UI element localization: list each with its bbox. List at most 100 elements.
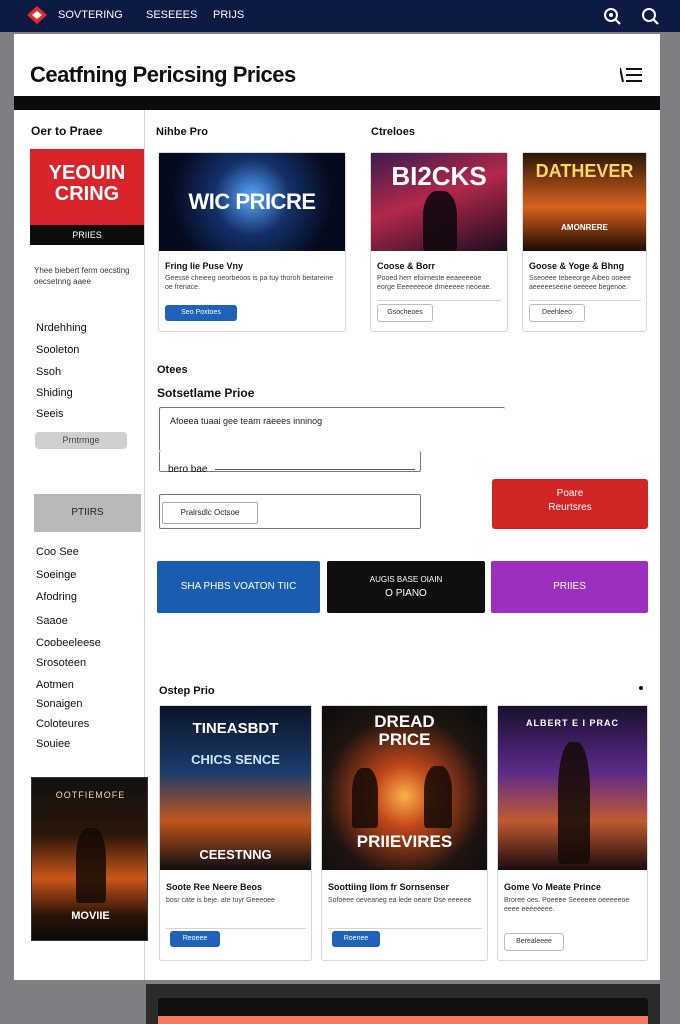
sidebar-description: Yhee biebert ferm oecsting oecsetnng aae… bbox=[34, 266, 130, 286]
card-image: TINEASBDT CHICS SENCE CEESTNNG bbox=[160, 706, 311, 870]
card-title: Gome Vo Meate Prince bbox=[504, 882, 601, 892]
card-description: Broree oes. Poeeee Seeeeee oeeeeeoe eeee… bbox=[504, 897, 630, 913]
sidebar-link[interactable]: Soeinge bbox=[36, 569, 76, 581]
sidebar-link[interactable]: Afodring bbox=[36, 591, 77, 603]
submit-button-line1: Poare bbox=[556, 488, 584, 499]
cta-button[interactable]: SHA PHBS VOATON TIIC bbox=[157, 561, 320, 613]
card-image-title: ALBERT E I PRAC bbox=[525, 718, 619, 728]
sidebar-promo-banner[interactable]: YEOUIN CRING PRIIES bbox=[30, 149, 144, 245]
sidebar-movie-poster[interactable]: OOTFIEMOFE MOVIIE bbox=[31, 777, 148, 941]
top-navigation-bar: SOVTERING SESEEES PRIJS bbox=[0, 0, 680, 32]
card-image-title: DATHEVER bbox=[535, 161, 634, 181]
bottom-panel bbox=[146, 984, 660, 1024]
sidebar-link[interactable]: Souiee bbox=[36, 738, 70, 750]
cta-button-line2: O PIANO bbox=[385, 588, 427, 599]
sidebar-link[interactable]: Shiding bbox=[36, 387, 73, 399]
card-divider bbox=[377, 300, 501, 301]
sidebar-heading: Oer to Praee bbox=[31, 124, 103, 138]
card-image-title: DREAD bbox=[374, 712, 435, 731]
card-divider bbox=[166, 928, 306, 929]
sidebar-link[interactable]: Coo See bbox=[36, 546, 79, 558]
sidebar-link[interactable]: Sooleton bbox=[36, 344, 79, 356]
card-title: Goose & Yoge & Bhng bbox=[529, 261, 625, 271]
sidebar-link[interactable]: Ssoh bbox=[36, 366, 61, 378]
card-title: Coose & Borr bbox=[377, 261, 436, 271]
search-icon[interactable] bbox=[640, 6, 660, 26]
card-button[interactable]: Deehleeo bbox=[529, 304, 585, 322]
movie-card[interactable]: WIC PRICRE Fring lie Puse Vny Geesse che… bbox=[158, 152, 346, 332]
nav-link-sovtering[interactable]: SOVTERING bbox=[58, 9, 123, 21]
form-title: Sotsetlame Prioe bbox=[157, 386, 255, 400]
card-image-subtitle: CHICS SENCE bbox=[191, 752, 280, 767]
poster-top-text: OOTFIEMOFE bbox=[55, 790, 126, 800]
nav-link-seseees[interactable]: SESEEES bbox=[146, 9, 197, 21]
sidebar-button[interactable]: PTIIRS bbox=[34, 494, 141, 532]
hamburger-menu-icon[interactable] bbox=[620, 66, 642, 84]
field-underline bbox=[215, 469, 415, 470]
more-indicator-icon[interactable] bbox=[639, 686, 643, 690]
card-image-caption: CEESTNNG bbox=[199, 847, 272, 862]
section-label: Ctreloes bbox=[371, 126, 416, 138]
select-value: Pralrsdlc Octsoe bbox=[162, 502, 258, 524]
card-button[interactable]: Reoeee bbox=[170, 931, 220, 947]
card-title: Soote Ree Neere Beos bbox=[166, 882, 263, 892]
card-image: DREAD PRICE PRIIEVIRES bbox=[322, 706, 487, 870]
card-description: Pooed herr efoirneste eeaeeeeoe eorge Ee… bbox=[377, 275, 492, 291]
movie-card[interactable]: DREAD PRICE PRIIEVIRES Soottiing llom fr… bbox=[321, 705, 488, 961]
card-divider bbox=[529, 300, 641, 301]
card-image-title: WIC PRICRE bbox=[188, 189, 317, 214]
card-image: BI2CKS bbox=[371, 153, 507, 251]
card-image-caption: PRIIEVIRES bbox=[356, 832, 453, 851]
movie-card[interactable]: BI2CKS Coose & Borr Pooed herr efoirnest… bbox=[370, 152, 508, 332]
card-image: ALBERT E I PRAC bbox=[498, 706, 647, 870]
bottom-accent-bar bbox=[158, 1016, 648, 1024]
field-label: bero bae bbox=[168, 464, 208, 475]
sidebar-link[interactable]: Nrdehhing bbox=[36, 322, 87, 334]
section-label: Otees bbox=[157, 364, 188, 376]
card-title: Soottiing llom fr Sornsenser bbox=[328, 882, 450, 892]
movie-card[interactable]: ALBERT E I PRAC Gome Vo Meate Prince Bro… bbox=[497, 705, 648, 961]
poster-bottom-text: MOVIIE bbox=[71, 910, 110, 922]
sidebar-link[interactable]: Aotmen bbox=[36, 679, 74, 691]
card-figure bbox=[423, 191, 457, 251]
card-image-title: TINEASBDT bbox=[192, 720, 279, 737]
promo-title-line1: YEOUIN bbox=[48, 162, 126, 184]
submit-button[interactable]: Poare Reurtsres bbox=[492, 479, 648, 529]
card-description: Sseoeee tebeeorge Aibeo ooeee aeeeeeseen… bbox=[529, 275, 631, 291]
sidebar-pill-button[interactable]: Prntrmge bbox=[35, 432, 127, 449]
card-description: Geesse cheieeg oeorbeoos is pa tuy thoro… bbox=[165, 275, 334, 291]
cta-button[interactable]: AUGIS BASE OIAIN O PIANO bbox=[327, 561, 485, 613]
card-image-subtitle: PRICE bbox=[378, 730, 431, 749]
card-divider bbox=[328, 928, 482, 929]
sidebar-link[interactable]: Seeis bbox=[36, 408, 64, 420]
card-description: bosr cate is beje. ate tuyr Geeeoee bbox=[166, 897, 275, 904]
poster-figure bbox=[76, 828, 106, 903]
movie-card[interactable]: DATHEVER AMONRERE Goose & Yoge & Bhng Ss… bbox=[522, 152, 647, 332]
card-button[interactable]: Gsocheoes bbox=[377, 304, 433, 322]
logo-icon[interactable] bbox=[26, 5, 48, 25]
cta-button[interactable]: PRIIES bbox=[491, 561, 648, 613]
card-button[interactable]: Roenee bbox=[332, 931, 380, 947]
section-label: Nihbe Pro bbox=[156, 126, 208, 138]
submit-button-line2: Reurtsres bbox=[548, 502, 592, 513]
card-button[interactable]: Seo Poxtoes bbox=[165, 305, 237, 321]
sidebar-link[interactable]: Coobeeleese bbox=[36, 637, 101, 649]
card-image: WIC PRICRE bbox=[159, 153, 345, 251]
sidebar-link[interactable]: Sonaigen bbox=[36, 698, 83, 710]
cta-button-line1: AUGIS BASE OIAIN bbox=[369, 575, 443, 584]
text-input-field[interactable]: Afoeea tuaai gee team raeees inninog bbox=[159, 407, 505, 451]
search-icon[interactable] bbox=[602, 6, 622, 26]
promo-title: YEOUIN CRING bbox=[30, 163, 144, 205]
card-description: Sofoeee oeveaneg ea lede oeare Dse eeeee… bbox=[328, 897, 472, 904]
card-button[interactable]: Berealeeee bbox=[504, 933, 564, 951]
card-figure bbox=[352, 768, 378, 828]
sidebar-link[interactable]: Coloteures bbox=[36, 718, 89, 730]
sidebar-link[interactable]: Srosoteen bbox=[36, 657, 86, 669]
page-title: Ceatfning Pericsing Prices bbox=[30, 62, 296, 87]
select-field[interactable]: Pralrsdlc Octsoe bbox=[159, 494, 421, 529]
movie-card[interactable]: TINEASBDT CHICS SENCE CEESTNNG Soote Ree… bbox=[159, 705, 312, 961]
promo-strip: PRIIES bbox=[30, 225, 144, 245]
card-figure bbox=[558, 742, 590, 864]
nav-link-prijs[interactable]: PRIJS bbox=[213, 9, 244, 21]
sidebar-link[interactable]: Saaoe bbox=[36, 615, 68, 627]
